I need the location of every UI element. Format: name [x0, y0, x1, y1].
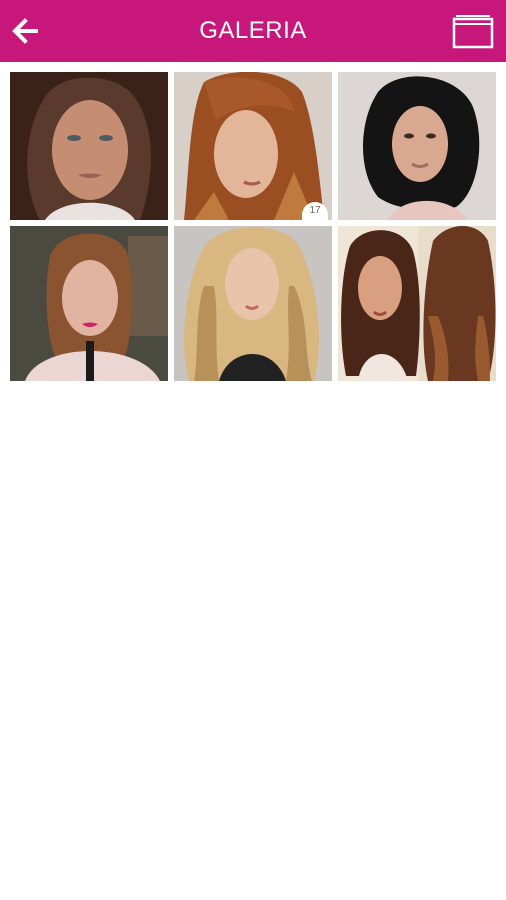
folder-button[interactable] — [449, 11, 497, 51]
gallery-photo-2[interactable]: 17 — [174, 72, 332, 220]
portrait-image — [338, 72, 496, 220]
gallery-photo-6[interactable] — [338, 226, 496, 381]
portrait-image — [10, 72, 168, 220]
app-bar: GALERIA — [0, 0, 506, 62]
folder-icon — [452, 15, 494, 49]
page-title: GALERIA — [199, 17, 307, 44]
portrait-image — [10, 226, 168, 381]
portrait-image — [174, 226, 332, 381]
photo-grid: 17 — [10, 72, 497, 381]
portrait-image — [338, 226, 496, 381]
gallery-photo-4[interactable] — [10, 226, 168, 381]
gallery-photo-3[interactable] — [338, 72, 496, 220]
gallery-photo-5[interactable] — [174, 226, 332, 381]
portrait-image — [174, 72, 332, 220]
gallery-photo-1[interactable] — [10, 72, 168, 220]
